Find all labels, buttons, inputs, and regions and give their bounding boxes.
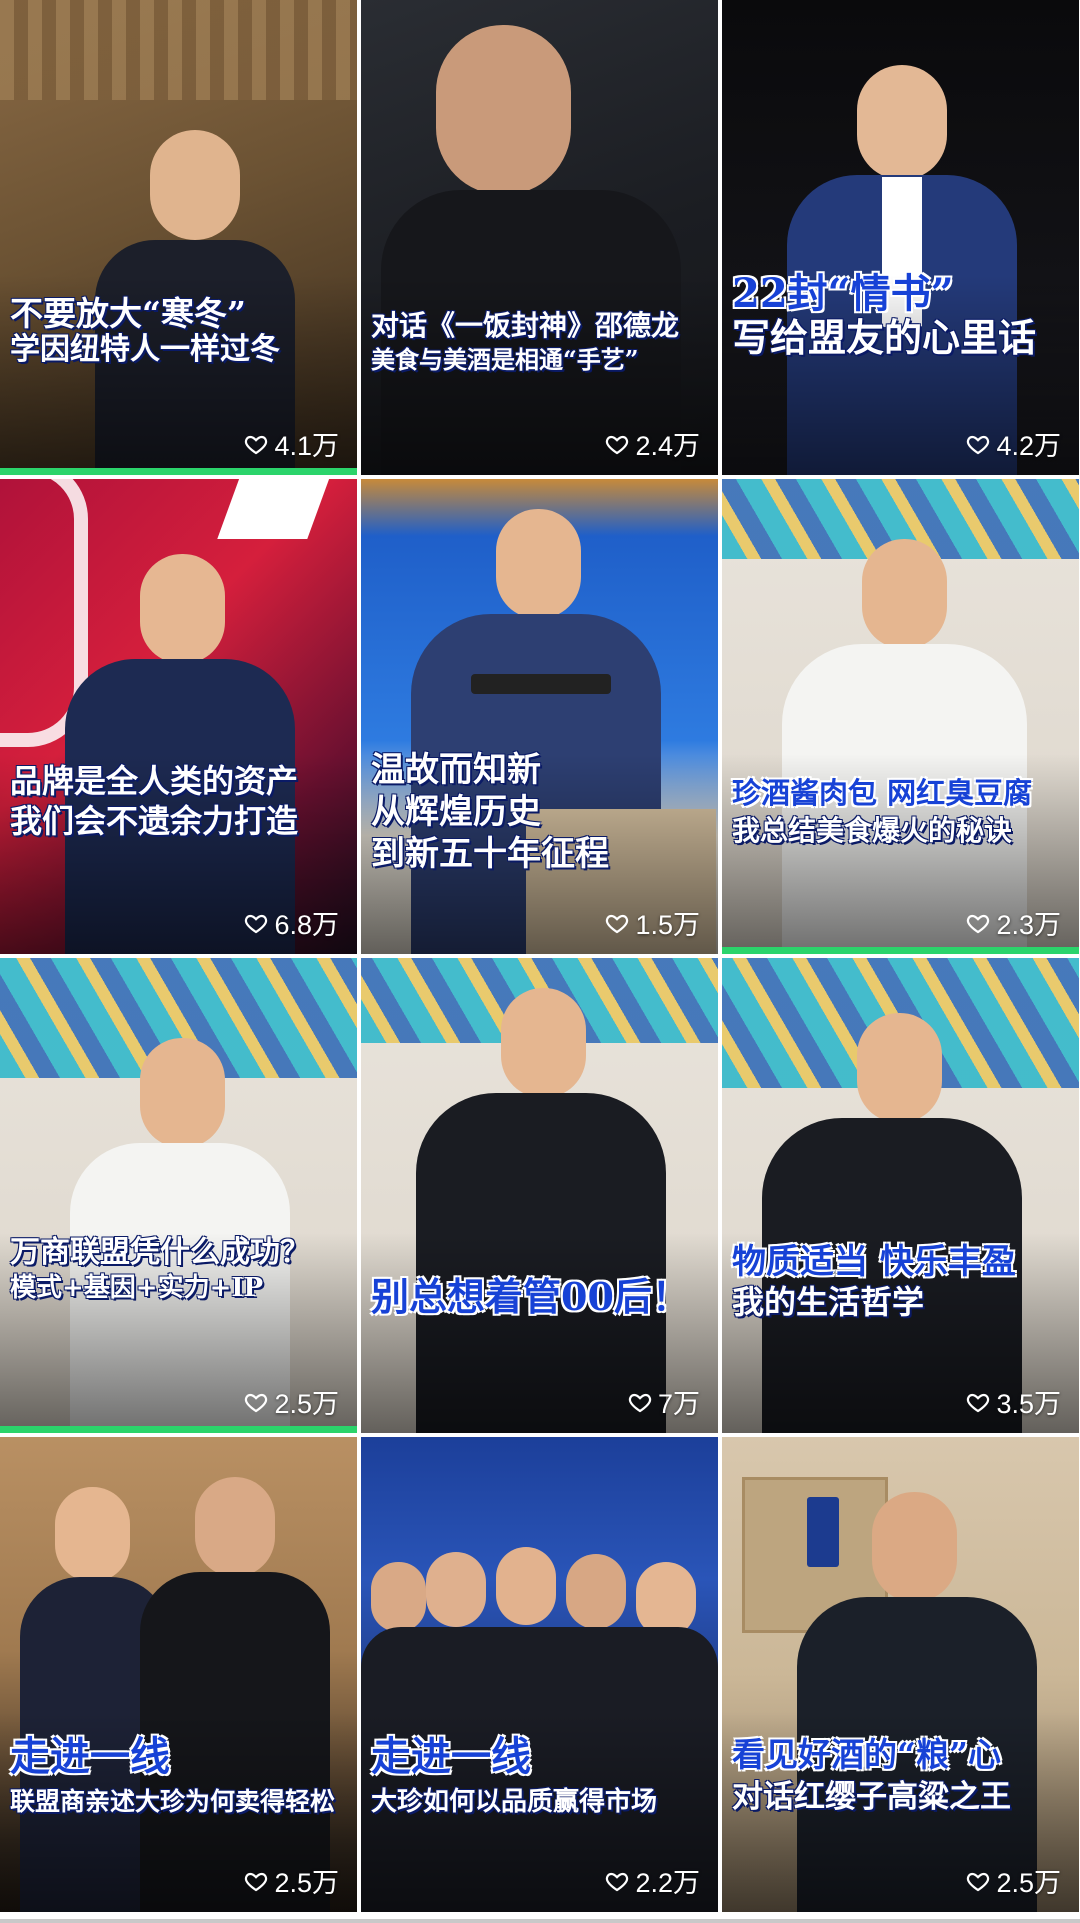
video-card[interactable]: 不要放大“寒冬” 学因纽特人一样过冬 4.1万 xyxy=(0,0,357,475)
video-title: 对话《一饭封神》邵德龙 美食与美酒是相通“手艺” xyxy=(371,310,710,374)
like-count: 2.5万 xyxy=(244,1861,339,1900)
video-title-line1: 品牌是全人类的资产 xyxy=(10,762,299,800)
heart-outline-icon xyxy=(967,914,990,933)
heart-outline-icon xyxy=(967,435,990,454)
like-count-text: 2.3万 xyxy=(996,910,1061,940)
like-count-text: 2.5万 xyxy=(274,1868,339,1898)
video-title-line1: 珍酒酱肉包 网红臭豆腐 xyxy=(732,776,1033,810)
like-count: 2.3万 xyxy=(966,903,1061,942)
video-title-line2: 我总结美食爆火的秘诀 xyxy=(732,814,1013,848)
video-title-line2: 我的生活哲学 xyxy=(732,1283,925,1322)
like-count: 2.5万 xyxy=(244,1382,339,1421)
video-title-line2: 从辉煌历史 xyxy=(371,792,541,833)
video-card[interactable]: 万商联盟凭什么成功？ 模式+基因+实力+IP 2.5万 xyxy=(0,958,357,1433)
like-count-text: 4.1万 xyxy=(274,431,339,461)
like-count: 2.4万 xyxy=(605,424,700,463)
like-count-text: 2.5万 xyxy=(996,1868,1061,1898)
video-title-line2: 模式+基因+实力+IP xyxy=(10,1272,264,1303)
watched-indicator xyxy=(0,1426,357,1433)
video-title-line3: 到新五十年征程 xyxy=(371,834,609,875)
like-count: 4.2万 xyxy=(966,424,1061,463)
like-count-text: 7万 xyxy=(657,1389,700,1419)
like-count: 3.5万 xyxy=(966,1382,1061,1421)
like-count: 1.5万 xyxy=(605,903,700,942)
like-count-text: 3.5万 xyxy=(996,1389,1061,1419)
like-count-text: 2.4万 xyxy=(635,431,700,461)
heart-outline-icon xyxy=(967,1872,990,1891)
video-title: 22封“情书” 写给盟友的心里话 xyxy=(732,270,1071,360)
video-card[interactable]: 温故而知新 从辉煌历史 到新五十年征程 1.5万 xyxy=(361,479,718,954)
watched-indicator xyxy=(722,947,1079,954)
heart-outline-icon xyxy=(606,914,629,933)
like-count-text: 4.2万 xyxy=(996,431,1061,461)
video-grid: 不要放大“寒冬” 学因纽特人一样过冬 4.1万 对话《一饭封神》邵德龙 美食与美… xyxy=(0,0,1080,1912)
video-title-line2: 大珍如何以品质赢得市场 xyxy=(371,1786,658,1817)
like-count-text: 6.8万 xyxy=(274,910,339,940)
heart-outline-icon xyxy=(628,1393,652,1412)
video-card[interactable]: 珍酒酱肉包 网红臭豆腐 我总结美食爆火的秘诀 2.3万 xyxy=(722,479,1079,954)
watched-indicator xyxy=(0,468,357,475)
video-title: 品牌是全人类的资产 我们会不遗余力打造 xyxy=(10,762,349,840)
video-card[interactable]: 22封“情书” 写给盟友的心里话 4.2万 xyxy=(722,0,1079,475)
video-title-line1: 对话《一饭封神》邵德龙 xyxy=(371,309,680,342)
heart-outline-icon xyxy=(967,1393,990,1412)
heart-outline-icon xyxy=(606,435,629,454)
heart-outline-icon xyxy=(606,1872,629,1891)
like-count: 7万 xyxy=(628,1382,700,1421)
video-card[interactable]: 别总想着管00后！ 7万 xyxy=(361,958,718,1433)
video-card[interactable]: 看见好酒的“粮”心 对话红缨子高粱之王 2.5万 xyxy=(722,1437,1079,1912)
video-title-line2: 联盟商亲述大珍为何卖得轻松 xyxy=(10,1786,336,1816)
video-title: 走进一线 联盟商亲述大珍为何卖得轻松 xyxy=(10,1733,349,1816)
video-title-line1: 别总想着管00后！ xyxy=(371,1274,690,1319)
video-title-line2: 写给盟友的心里话 xyxy=(732,314,1037,360)
video-title-line2: 我们会不遗余力打造 xyxy=(10,801,299,840)
video-title: 物质适当 快乐丰盈 我的生活哲学 xyxy=(732,1243,1071,1321)
video-title: 万商联盟凭什么成功？ 模式+基因+实力+IP xyxy=(10,1236,349,1303)
video-title-line1: 物质适当 快乐丰盈 xyxy=(732,1242,1016,1282)
video-card[interactable]: 品牌是全人类的资产 我们会不遗余力打造 6.8万 xyxy=(0,479,357,954)
video-title-line1: 温故而知新 xyxy=(371,750,541,790)
like-count-text: 2.2万 xyxy=(635,1868,700,1898)
like-count: 2.5万 xyxy=(966,1861,1061,1900)
like-count: 6.8万 xyxy=(244,903,339,942)
heart-outline-icon xyxy=(245,1393,268,1412)
video-title-line1: 走进一线 xyxy=(371,1733,531,1780)
video-card[interactable]: 物质适当 快乐丰盈 我的生活哲学 3.5万 xyxy=(722,958,1079,1433)
video-title: 看见好酒的“粮”心 对话红缨子高粱之王 xyxy=(732,1735,1071,1815)
video-card[interactable]: 走进一线 大珍如何以品质赢得市场 2.2万 xyxy=(361,1437,718,1912)
like-count-text: 1.5万 xyxy=(635,910,700,940)
video-card[interactable]: 走进一线 联盟商亲述大珍为何卖得轻松 2.5万 xyxy=(0,1437,357,1912)
video-title-line1: 看见好酒的“粮”心 xyxy=(732,1735,1001,1774)
next-row-peek xyxy=(0,1919,1080,1923)
video-title: 不要放大“寒冬” 学因纽特人一样过冬 xyxy=(10,294,349,367)
video-title: 温故而知新 从辉煌历史 到新五十年征程 xyxy=(371,751,710,873)
video-title-line1: 走进一线 xyxy=(10,1733,170,1780)
video-card[interactable]: 对话《一饭封神》邵德龙 美食与美酒是相通“手艺” 2.4万 xyxy=(361,0,718,475)
video-title: 走进一线 大珍如何以品质赢得市场 xyxy=(371,1733,710,1817)
heart-outline-icon xyxy=(245,435,268,454)
like-count: 4.1万 xyxy=(244,424,339,463)
video-title-line1: 22封“情书” xyxy=(732,270,954,317)
video-title-line2: 学因纽特人一样过冬 xyxy=(10,331,280,367)
like-count: 2.2万 xyxy=(605,1861,700,1900)
video-title: 别总想着管00后！ xyxy=(371,1274,710,1319)
video-title-line2: 美食与美酒是相通“手艺” xyxy=(371,345,639,375)
video-title: 珍酒酱肉包 网红臭豆腐 我总结美食爆火的秘诀 xyxy=(732,777,1071,847)
video-title-line1: 万商联盟凭什么成功？ xyxy=(10,1235,310,1270)
heart-outline-icon xyxy=(245,1872,268,1891)
video-title-line2: 对话红缨子高粱之王 xyxy=(732,1778,1011,1815)
like-count-text: 2.5万 xyxy=(274,1389,339,1419)
video-title-line1: 不要放大“寒冬” xyxy=(10,294,246,333)
heart-outline-icon xyxy=(245,914,268,933)
